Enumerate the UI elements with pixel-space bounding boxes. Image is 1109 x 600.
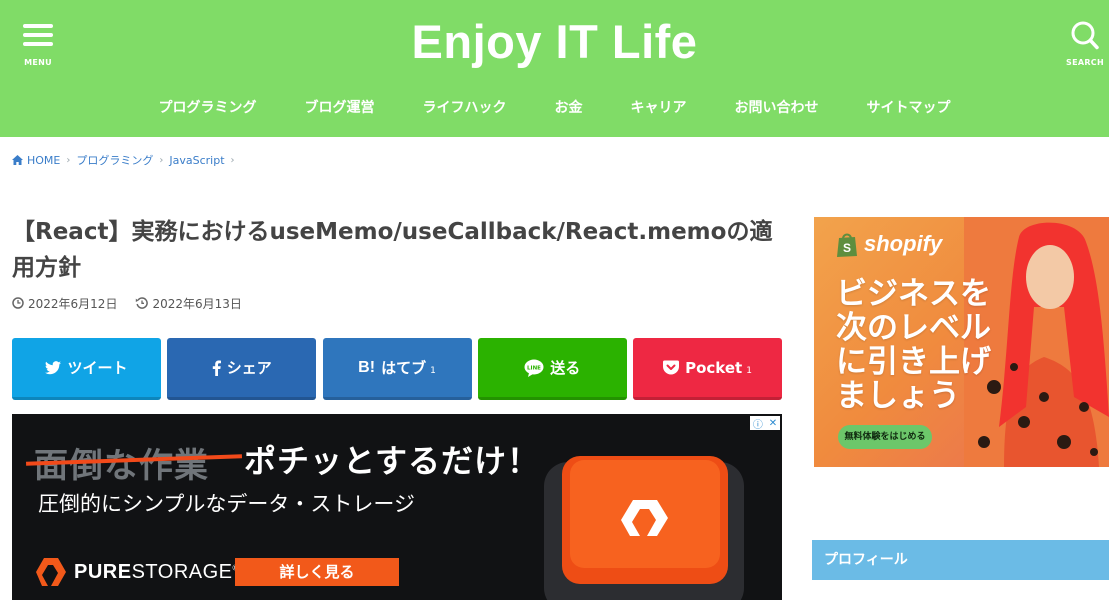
ad-cta-button[interactable]: 詳しく見る — [235, 558, 399, 586]
chevron-right-icon: › — [159, 154, 164, 166]
share-line-label: 送る — [550, 359, 581, 377]
nav-item-programming[interactable]: プログラミング — [159, 97, 257, 121]
info-icon: ⓘ — [752, 419, 763, 431]
shopify-wordmark: shopify — [864, 231, 943, 256]
keyboard-key-icon — [544, 456, 744, 600]
nav-item-lifehack[interactable]: ライフハック — [423, 97, 507, 121]
article-title: 【React】実務におけるuseMemo/useCallback/React.m… — [12, 219, 773, 281]
share-pocket-count: 1 — [746, 365, 752, 376]
published-date-text: 2022年6月12日 — [28, 296, 118, 311]
clock-icon — [12, 297, 24, 309]
purestorage-logo: PURESTORAGE® — [36, 558, 239, 586]
article-dates: 2022年6月12日 2022年6月13日 — [12, 294, 260, 312]
sidebar-ad-copy-line: ビジネスを — [836, 276, 991, 312]
search-icon — [1071, 21, 1099, 50]
site-title[interactable]: Enjoy IT Life — [0, 14, 1109, 69]
history-icon — [136, 297, 149, 309]
nav-item-blog[interactable]: ブログ運営 — [305, 97, 375, 121]
share-hatena-label: はてブ — [381, 359, 427, 377]
breadcrumb-javascript[interactable]: JavaScript — [169, 154, 224, 167]
nav-item-contact[interactable]: お問い合わせ — [735, 97, 819, 121]
hatena-bookmark-icon: B! — [358, 358, 376, 376]
published-date: 2022年6月12日 — [12, 295, 117, 312]
facebook-f-icon — [212, 360, 221, 376]
global-nav: プログラミング ブログ運営 ライフハック お金 キャリア お問い合わせ サイトマ… — [0, 97, 1109, 121]
search-label: SEARCH — [1066, 58, 1104, 67]
breadcrumb-programming[interactable]: プログラミング — [76, 152, 153, 168]
share-hatena-button[interactable]: B! はてブ 1 — [322, 338, 472, 400]
sidebar-ad-copy-line: に引き上げ — [836, 344, 991, 380]
updated-date-text: 2022年6月13日 — [152, 296, 242, 311]
share-hatena-count: 1 — [430, 365, 436, 376]
search-button[interactable]: SEARCH — [1062, 18, 1108, 70]
line-icon: LINE — [524, 359, 544, 377]
share-facebook-button[interactable]: シェア — [167, 338, 317, 400]
shopify-bag-icon: S — [837, 233, 857, 257]
profile-heading: プロフィール — [812, 540, 1109, 580]
svg-text:LINE: LINE — [527, 365, 541, 371]
sidebar-ad-copy: ビジネスを 次のレベル に引き上げ ましょう — [836, 277, 1026, 413]
sidebar-ad-copy-line: 次のレベル — [836, 310, 991, 346]
share-buttons: ツイート シェア B! はてブ 1 LINE 送る Pocket 1 — [12, 338, 782, 400]
chevron-right-icon: › — [66, 154, 71, 166]
purestorage-brand-bold: PURE — [74, 560, 132, 583]
shopify-logo: S shopify — [836, 231, 942, 257]
nav-item-sitemap[interactable]: サイトマップ — [867, 97, 951, 121]
share-twitter-label: ツイート — [67, 359, 128, 377]
sidebar-ad-copy-line: ましょう — [836, 378, 960, 414]
share-facebook-label: シェア — [226, 359, 272, 377]
sidebar-ad[interactable]: S shopify ビジネスを 次のレベル に引き上げ ましょう 無料体験をはじ… — [814, 217, 1109, 467]
breadcrumb: HOME › プログラミング › JavaScript › — [12, 152, 241, 168]
share-pocket-label: Pocket — [685, 358, 743, 377]
breadcrumb-home[interactable]: HOME — [12, 154, 60, 167]
home-icon — [12, 155, 23, 165]
ad-subline: 圧倒的にシンプルなデータ・ストレージ — [38, 492, 415, 516]
chevron-right-icon: › — [230, 154, 235, 166]
pocket-icon — [663, 360, 680, 375]
breadcrumb-home-label: HOME — [27, 153, 61, 167]
sidebar-ad-cta-button[interactable]: 無料体験をはじめる — [838, 425, 932, 449]
ad-headline: ポチッとするだけ！ — [244, 442, 541, 480]
twitter-bird-icon — [45, 360, 62, 375]
updated-date: 2022年6月13日 — [135, 295, 242, 312]
ad-banner[interactable]: ⓘ ✕ 面倒な作業 ポチッとするだけ！ 圧倒的にシンプルなデータ・ストレージ P… — [12, 414, 782, 600]
share-line-button[interactable]: LINE 送る — [477, 338, 627, 400]
purestorage-brand-rest: STORAGE — [131, 560, 233, 583]
purestorage-mark-icon — [36, 558, 66, 586]
site-header: MENU Enjoy IT Life SEARCH プログラミング ブログ運営 … — [0, 0, 1109, 137]
svg-text:S: S — [843, 241, 851, 255]
nav-item-money[interactable]: お金 — [555, 97, 583, 121]
nav-item-career[interactable]: キャリア — [631, 97, 687, 121]
share-twitter-button[interactable]: ツイート — [12, 338, 161, 400]
share-pocket-button[interactable]: Pocket 1 — [633, 338, 782, 400]
close-icon: ✕ — [768, 417, 778, 429]
adchoices-badge[interactable]: ⓘ ✕ — [750, 416, 780, 431]
